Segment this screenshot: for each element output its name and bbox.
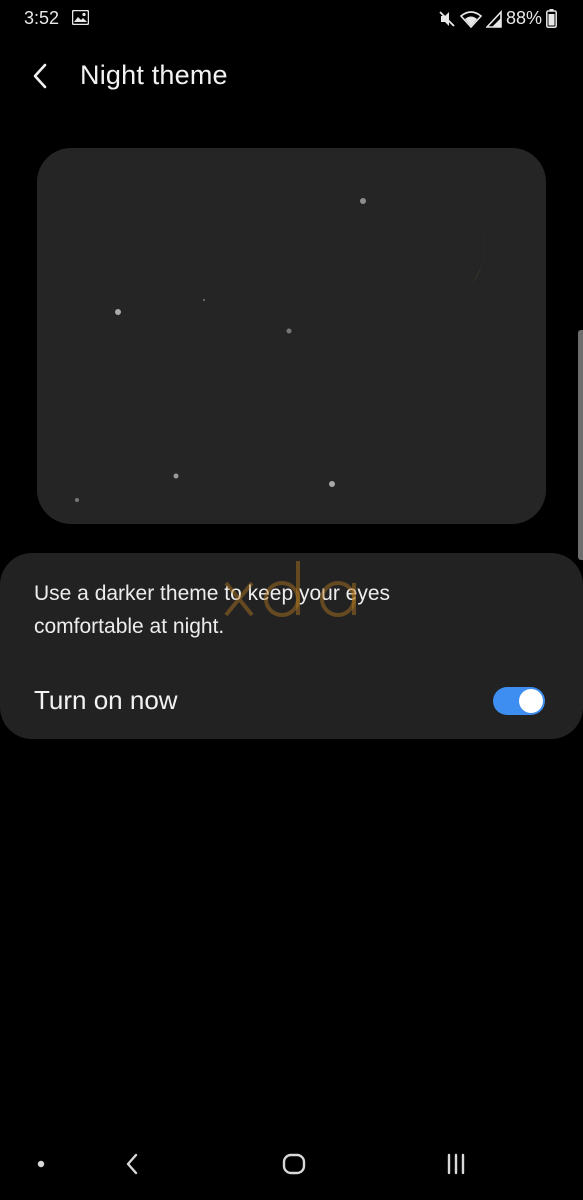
moon-icon bbox=[389, 198, 485, 306]
night-theme-settings-card: Use a darker theme to keep your eyes com… bbox=[0, 553, 583, 739]
toggle-knob bbox=[519, 689, 543, 713]
turn-on-now-row[interactable]: Turn on now bbox=[0, 673, 583, 733]
dot-icon bbox=[37, 1160, 45, 1168]
nav-home-button[interactable] bbox=[272, 1144, 316, 1184]
turn-on-now-label: Turn on now bbox=[34, 685, 178, 715]
home-icon bbox=[282, 1153, 306, 1175]
night-sky-illustration bbox=[75, 198, 485, 502]
mute-icon bbox=[438, 10, 456, 28]
status-icons: 88% bbox=[438, 8, 557, 29]
gallery-icon bbox=[71, 9, 90, 26]
nav-back-button[interactable] bbox=[112, 1144, 152, 1184]
wifi-icon bbox=[459, 10, 482, 28]
battery-icon bbox=[546, 9, 557, 28]
navigation-bar bbox=[0, 1130, 583, 1200]
status-time: 3:52 bbox=[24, 8, 60, 28]
status-bar: 3:52 88% bbox=[0, 0, 583, 36]
app-header: Night theme bbox=[0, 52, 583, 100]
page-title: Night theme bbox=[80, 60, 228, 90]
star-icon bbox=[75, 198, 366, 502]
signal-icon bbox=[485, 9, 502, 28]
description-text: Use a darker theme to keep your eyes com… bbox=[34, 582, 391, 638]
turn-on-now-toggle[interactable] bbox=[493, 687, 545, 715]
back-icon bbox=[126, 1153, 138, 1175]
recents-icon bbox=[447, 1153, 465, 1175]
chevron-left-icon bbox=[33, 63, 47, 89]
nav-recents-button[interactable] bbox=[436, 1144, 476, 1184]
battery-percent: 88% bbox=[505, 8, 542, 28]
edge-panel-handle[interactable] bbox=[578, 330, 583, 560]
back-button[interactable] bbox=[22, 58, 58, 94]
night-preview-card bbox=[37, 148, 546, 524]
nav-dot-button[interactable] bbox=[32, 1154, 50, 1174]
